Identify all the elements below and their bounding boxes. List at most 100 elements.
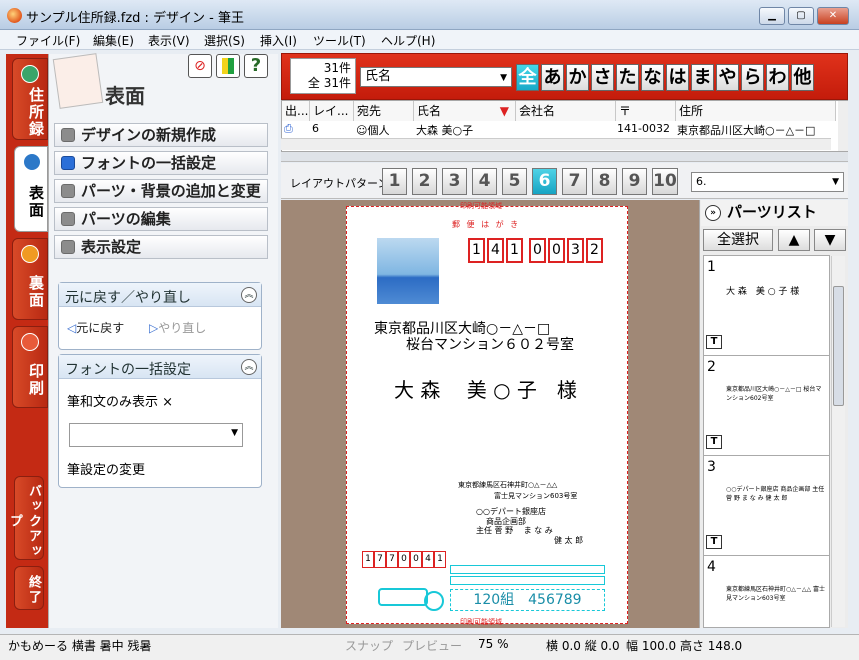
menu-insert[interactable]: 挿入(I) xyxy=(260,32,297,49)
layout-9[interactable]: 9 xyxy=(622,168,647,195)
menu-view[interactable]: 表示(V) xyxy=(148,32,190,49)
sender-zip-digit[interactable]: 7 xyxy=(374,551,386,568)
menu-file[interactable]: ファイル(F) xyxy=(16,32,80,49)
zip-digit[interactable]: 1 xyxy=(506,238,523,263)
no-entry-icon[interactable]: ⊘ xyxy=(188,54,212,78)
grid-header[interactable]: 氏名 ▼ xyxy=(414,101,516,121)
barcode-field[interactable]: 120組 456789 xyxy=(450,589,605,611)
change-settings-button[interactable]: 筆設定の変更 xyxy=(67,459,145,478)
kana-other[interactable]: 他 xyxy=(791,64,814,91)
zip-digit[interactable]: 0 xyxy=(529,238,546,263)
font-select[interactable]: ▼ xyxy=(69,423,243,447)
zip-digit[interactable]: 3 xyxy=(567,238,584,263)
grid-cell[interactable]: 東京都品川区大崎○－△－□ xyxy=(677,122,832,136)
layout-5[interactable]: 5 xyxy=(502,168,527,195)
layout-7[interactable]: 7 xyxy=(562,168,587,195)
parts-scrollbar[interactable] xyxy=(831,256,845,627)
move-up-button[interactable]: ▲ xyxy=(778,229,810,251)
kana-ta[interactable]: た xyxy=(616,64,639,91)
kana-na[interactable]: な xyxy=(641,64,664,91)
tab-back[interactable]: 裏面 xyxy=(12,238,48,320)
minimize-button[interactable]: ▁ xyxy=(759,7,785,25)
nav-font-batch[interactable]: フォントの一括設定 xyxy=(54,151,268,175)
sort-field-select[interactable]: 氏名 ▼ xyxy=(360,67,512,87)
redo-button[interactable]: ▷やり直し xyxy=(149,319,206,336)
sender-name[interactable]: 主任 菅 野 ま な み xyxy=(476,525,553,536)
kana-ma[interactable]: ま xyxy=(691,64,714,91)
horizontal-scrollbar[interactable] xyxy=(281,138,831,150)
sender-zip-digit[interactable]: 4 xyxy=(422,551,434,568)
zip-digit[interactable]: 2 xyxy=(586,238,603,263)
kana-ka[interactable]: か xyxy=(566,64,589,91)
list-item[interactable]: 2 東京都品川区大崎○－△－□ 桜台マンション602号室 T xyxy=(704,356,830,456)
japanese-only-toggle[interactable]: 筆和文のみ表示 × xyxy=(67,391,173,410)
close-button[interactable]: ✕ xyxy=(817,7,849,25)
layout-10[interactable]: 10 xyxy=(652,168,678,195)
splitter-handle[interactable] xyxy=(281,152,848,162)
zip-digit[interactable]: 1 xyxy=(468,238,485,263)
nav-display-settings[interactable]: 表示設定 xyxy=(54,235,268,259)
grid-header[interactable]: 住所 xyxy=(676,101,836,121)
kana-sa[interactable]: さ xyxy=(591,64,614,91)
select-all-button[interactable]: 全選択 xyxy=(703,229,773,251)
layout-select[interactable]: 6. ▼ xyxy=(691,172,844,192)
list-item[interactable]: 3 ○○デパート銀座店 商品企画部 主任 菅 野 ま な み 健 太 郎T xyxy=(704,456,830,556)
kana-all[interactable]: 全 xyxy=(516,64,539,91)
sender-name-2[interactable]: 健 太 郎 xyxy=(554,535,583,546)
zip-digit[interactable]: 4 xyxy=(487,238,504,263)
maximize-button[interactable]: ▢ xyxy=(788,7,814,25)
grid-cell[interactable]: 大森 美○子 xyxy=(416,122,473,136)
menu-help[interactable]: ヘルプ(H) xyxy=(381,32,435,49)
recipient-address-line2[interactable]: 桜台マンション６０２号室 xyxy=(406,334,574,354)
sender-zip-digit[interactable]: 1 xyxy=(434,551,446,568)
kana-ya[interactable]: や xyxy=(716,64,739,91)
nav-new-design[interactable]: デザインの新規作成 xyxy=(54,123,268,147)
layout-2[interactable]: 2 xyxy=(412,168,437,195)
collapse-icon[interactable]: » xyxy=(705,205,721,221)
backup-button[interactable]: バックアップ xyxy=(7,476,44,560)
menu-tools[interactable]: ツール(T) xyxy=(313,32,366,49)
sender-zip-digit[interactable]: 0 xyxy=(398,551,410,568)
sender-zip-digit[interactable]: 1 xyxy=(362,551,374,568)
zip-digit[interactable]: 0 xyxy=(548,238,565,263)
sender-zip-digit[interactable]: 7 xyxy=(386,551,398,568)
exit-button[interactable]: 終了 xyxy=(14,566,44,610)
kana-ha[interactable]: は xyxy=(666,64,689,91)
sender-address-line2[interactable]: 富士見マンション603号室 xyxy=(494,491,577,501)
move-down-button[interactable]: ▼ xyxy=(814,229,846,251)
recipient-name[interactable]: 大 森 美 ○ 子 様 xyxy=(394,374,577,403)
layout-1[interactable]: 1 xyxy=(382,168,407,195)
layout-6[interactable]: 6 xyxy=(532,168,557,195)
grid-cell[interactable]: ☺個人 xyxy=(356,122,389,136)
list-item[interactable]: 1大 森 美 ○ 子 様T xyxy=(704,256,830,356)
grid-header[interactable]: レイ... xyxy=(310,101,354,121)
sender-zip-digit[interactable]: 0 xyxy=(410,551,422,568)
nav-edit-parts[interactable]: パーツの編集 xyxy=(54,207,268,231)
layout-4[interactable]: 4 xyxy=(472,168,497,195)
tab-front[interactable]: 表面 xyxy=(14,146,48,232)
list-item[interactable]: 4 東京都練馬区石神井町○△－△△ 富士見マンション603号室 xyxy=(704,556,830,627)
grid-header[interactable]: 出... xyxy=(282,101,310,121)
grid-cell[interactable]: 141-0032 xyxy=(617,122,670,136)
menu-edit[interactable]: 編集(E) xyxy=(93,32,134,49)
grid-header[interactable]: 〒 xyxy=(616,101,676,121)
grid-header[interactable]: 宛先 xyxy=(354,101,414,121)
menu-select[interactable]: 選択(S) xyxy=(204,32,245,49)
status-preview[interactable]: プレビュー xyxy=(402,637,462,654)
vertical-scrollbar[interactable] xyxy=(838,101,848,151)
collapse-icon[interactable]: ︽ xyxy=(241,287,257,303)
kana-a[interactable]: あ xyxy=(541,64,564,91)
layout-8[interactable]: 8 xyxy=(592,168,617,195)
tab-print[interactable]: 印刷 xyxy=(12,326,48,408)
status-snap[interactable]: スナップ xyxy=(345,637,393,654)
help-icon[interactable]: ? xyxy=(244,54,268,78)
collapse-icon[interactable]: ︽ xyxy=(241,359,257,375)
grid-cell[interactable]: 6 xyxy=(312,122,319,136)
beginner-mark-icon[interactable] xyxy=(216,54,240,78)
sender-address-line1[interactable]: 東京都練馬区石神井町○△－△△ xyxy=(458,480,557,490)
kana-ra[interactable]: ら xyxy=(741,64,764,91)
kana-wa[interactable]: わ xyxy=(766,64,789,91)
layout-3[interactable]: 3 xyxy=(442,168,467,195)
tab-address-book[interactable]: 住所録 xyxy=(12,58,48,140)
undo-button[interactable]: ◁元に戻す xyxy=(67,319,124,336)
